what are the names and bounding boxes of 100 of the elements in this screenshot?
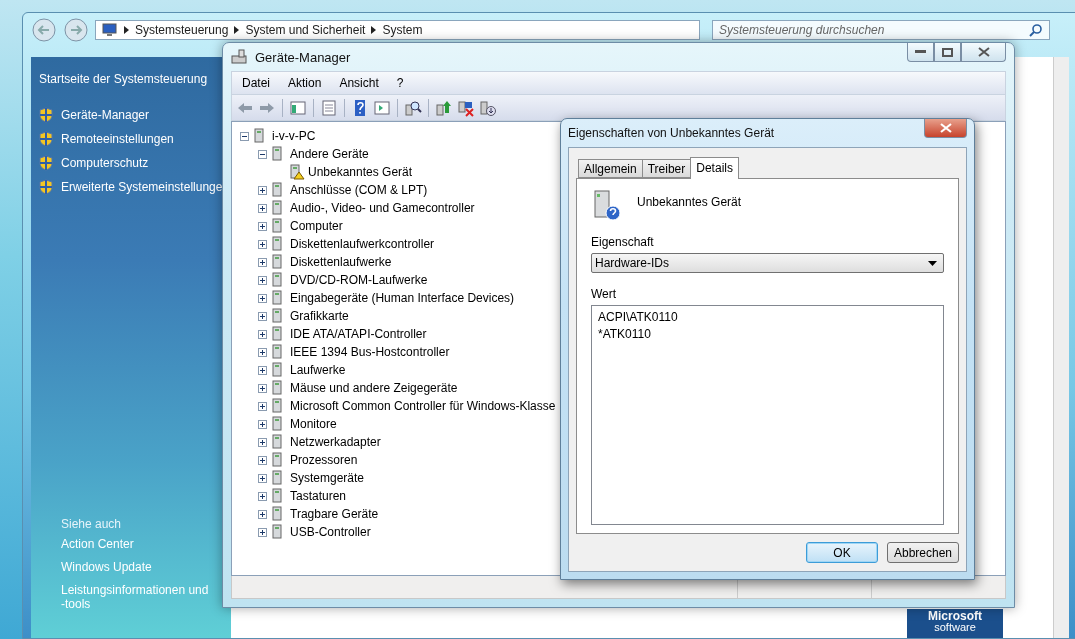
close-icon bbox=[977, 47, 990, 57]
tab[interactable]: Allgemein bbox=[578, 159, 643, 178]
dialog-button[interactable]: OK bbox=[806, 542, 878, 563]
caret-icon bbox=[928, 260, 937, 266]
tree-item[interactable]: Diskettenlaufwerke bbox=[290, 255, 392, 269]
warning-device-icon bbox=[288, 164, 305, 180]
breadcrumb-item[interactable]: System und Sicherheit bbox=[245, 23, 366, 37]
unknown-device-icon bbox=[591, 189, 623, 221]
tab[interactable]: Details bbox=[690, 157, 739, 179]
expand-icon[interactable] bbox=[258, 527, 267, 537]
expand-icon[interactable] bbox=[258, 239, 267, 249]
tree-item[interactable]: Diskettenlaufwerkcontroller bbox=[290, 237, 435, 251]
expand-icon[interactable] bbox=[258, 293, 267, 303]
expand-icon[interactable] bbox=[258, 275, 267, 285]
expand-icon[interactable] bbox=[258, 311, 267, 321]
nav-link[interactable]: Startseite der Systemsteuerung bbox=[39, 67, 208, 91]
expand-icon[interactable] bbox=[258, 203, 267, 213]
tree-item[interactable]: Anschlüsse (COM & LPT) bbox=[290, 183, 428, 197]
tree-item[interactable]: i-v-v-PC bbox=[272, 129, 316, 143]
tree-item[interactable]: DVD/CD-ROM-Laufwerke bbox=[290, 273, 428, 287]
address-bar[interactable]: Systemsteuerung System und Sicherheit System bbox=[95, 20, 700, 40]
field-label: Wert bbox=[591, 287, 617, 301]
expand-icon[interactable] bbox=[258, 221, 267, 231]
menu-item[interactable]: ? bbox=[388, 76, 412, 90]
nav-link[interactable]: Computerschutz bbox=[61, 151, 149, 175]
dialog-title: Eigenschaften von Unbekanntes Gerät bbox=[568, 126, 775, 140]
tree-item[interactable]: Laufwerke bbox=[290, 363, 346, 377]
device-manager-icon bbox=[231, 49, 249, 65]
window-title: Geräte-Manager bbox=[255, 49, 351, 65]
expand-icon[interactable] bbox=[258, 509, 267, 519]
expand-icon[interactable] bbox=[258, 455, 267, 465]
tree-item[interactable]: Unbekanntes Gerät bbox=[308, 165, 413, 179]
minimize-icon bbox=[915, 50, 926, 54]
shield-icon bbox=[39, 179, 53, 195]
chevron-icon bbox=[371, 26, 377, 34]
breadcrumb-item[interactable]: System bbox=[382, 23, 423, 37]
expand-icon[interactable] bbox=[258, 491, 267, 501]
action-pane-icon[interactable] bbox=[373, 98, 391, 117]
expand-icon[interactable] bbox=[258, 473, 267, 483]
tree-item[interactable]: IEEE 1394 Bus-Hostcontroller bbox=[290, 345, 450, 359]
tree-item[interactable]: Microsoft Common Controller für Windows-Klasse bbox=[290, 399, 556, 413]
tree-item[interactable]: Eingabegeräte (Human Interface Devices) bbox=[290, 291, 515, 305]
expand-icon[interactable] bbox=[258, 185, 267, 195]
tree-item[interactable]: Prozessoren bbox=[290, 453, 358, 467]
collapse-icon[interactable] bbox=[240, 131, 249, 141]
maximize-button[interactable] bbox=[934, 43, 961, 62]
expand-icon[interactable] bbox=[258, 383, 267, 393]
uninstall-icon[interactable] bbox=[479, 98, 497, 117]
expand-icon[interactable] bbox=[258, 419, 267, 429]
device-name: Unbekanntes Gerät bbox=[637, 195, 742, 209]
computer-icon bbox=[102, 23, 118, 37]
section-heading: Siehe auch bbox=[61, 517, 122, 531]
minimize-button[interactable] bbox=[907, 43, 934, 62]
property-dropdown[interactable]: Hardware-IDs bbox=[591, 253, 944, 273]
expand-icon[interactable] bbox=[258, 329, 267, 339]
tree-item[interactable]: Grafikkarte bbox=[290, 309, 349, 323]
expand-icon[interactable] bbox=[258, 257, 267, 267]
expand-icon[interactable] bbox=[258, 365, 267, 375]
tree-item[interactable]: Tastaturen bbox=[290, 489, 347, 503]
expand-icon[interactable] bbox=[258, 401, 267, 411]
tree-item[interactable]: Mäuse und andere Zeigegeräte bbox=[290, 381, 458, 395]
dialog-button[interactable]: Abbrechen bbox=[887, 542, 959, 563]
tree-item[interactable]: Monitore bbox=[290, 417, 337, 431]
shield-icon bbox=[39, 155, 53, 171]
shield-icon bbox=[39, 107, 53, 123]
tree-item[interactable]: Computer bbox=[290, 219, 343, 233]
nav-link[interactable]: Erweiterte Systemeinstellunge bbox=[61, 175, 223, 199]
list-item[interactable]: ACPI\ATK0110 bbox=[598, 309, 678, 326]
nav-link[interactable]: Geräte-Manager bbox=[61, 103, 150, 127]
expand-icon[interactable] bbox=[258, 437, 267, 447]
chevron-icon bbox=[124, 26, 129, 34]
maximize-icon bbox=[942, 47, 953, 57]
scrollbar[interactable] bbox=[1053, 57, 1069, 638]
close-button[interactable] bbox=[924, 119, 967, 138]
tree-pane-icon[interactable] bbox=[289, 98, 307, 117]
tree-item[interactable]: IDE ATA/ATAPI-Controller bbox=[290, 327, 427, 341]
search-field[interactable]: Systemsteuerung durchsuchen bbox=[712, 20, 1050, 40]
tree-item[interactable]: Tragbare Geräte bbox=[290, 507, 379, 521]
menu-item[interactable]: Aktion bbox=[280, 76, 330, 90]
expand-icon[interactable] bbox=[258, 347, 267, 357]
close-button[interactable] bbox=[961, 43, 1006, 62]
field-label: Eigenschaft bbox=[591, 235, 654, 249]
search-icon bbox=[1029, 23, 1043, 37]
breadcrumb-item[interactable]: Systemsteuerung bbox=[135, 23, 229, 37]
tree-item[interactable]: Netzwerkadapter bbox=[290, 435, 381, 449]
tab[interactable]: Treiber bbox=[641, 159, 692, 178]
tree-item[interactable]: Systemgeräte bbox=[290, 471, 365, 485]
tree-item[interactable]: Audio-, Video- und Gamecontroller bbox=[290, 201, 475, 215]
scan-icon[interactable] bbox=[404, 98, 422, 117]
collapse-icon[interactable] bbox=[258, 149, 267, 159]
nav-link[interactable]: Remoteeinstellungen bbox=[61, 127, 174, 151]
tree-item[interactable]: USB-Controller bbox=[290, 525, 371, 539]
menu-item[interactable]: Datei bbox=[234, 76, 278, 90]
shield-icon bbox=[39, 131, 53, 147]
menu-item[interactable]: Ansicht bbox=[331, 76, 387, 90]
chevron-icon bbox=[234, 26, 240, 34]
tree-item[interactable]: Andere Geräte bbox=[290, 147, 369, 161]
disable-icon[interactable] bbox=[457, 98, 475, 117]
list-item[interactable]: *ATK0110 bbox=[598, 326, 651, 343]
software-logo: Microsoft software bbox=[907, 609, 1003, 638]
